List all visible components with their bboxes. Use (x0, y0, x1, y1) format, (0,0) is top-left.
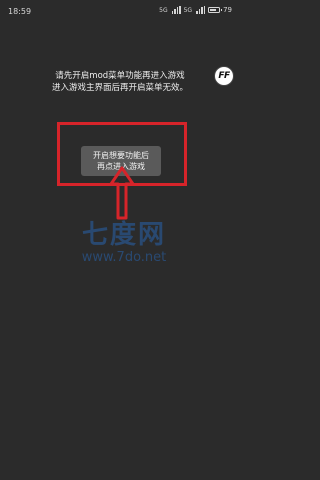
signal-2-icon (196, 6, 206, 14)
status-bar: 18:59 5G 5G 79 (0, 0, 240, 22)
notice-line-2: 进入游戏主界面后再开启菜单无效。 (51, 83, 188, 93)
up-arrow-icon (109, 166, 135, 220)
notice-line-1: 请先开启mod菜单功能再进入游戏 (55, 71, 185, 81)
start-tip-line-1: 开启想要功能后 (93, 151, 149, 160)
signal-1-label: 5G (159, 6, 168, 14)
ff-floating-button[interactable]: FF (214, 66, 234, 86)
signal-1-icon (171, 6, 181, 14)
battery-icon (208, 7, 223, 13)
battery-fill (210, 9, 217, 11)
battery-percent: 79 (223, 6, 232, 14)
status-time: 18:59 (8, 7, 32, 16)
signal-2-label: 5G (183, 6, 193, 14)
watermark-logo: 七度网 (81, 220, 166, 250)
watermark-url: www.7do.net (81, 250, 167, 265)
mod-menu-notice: 请先开启mod菜单功能再进入游戏 进入游戏主界面后再开启菜单无效。 (20, 70, 220, 94)
status-indicators: 5G 5G 79 (159, 6, 232, 14)
